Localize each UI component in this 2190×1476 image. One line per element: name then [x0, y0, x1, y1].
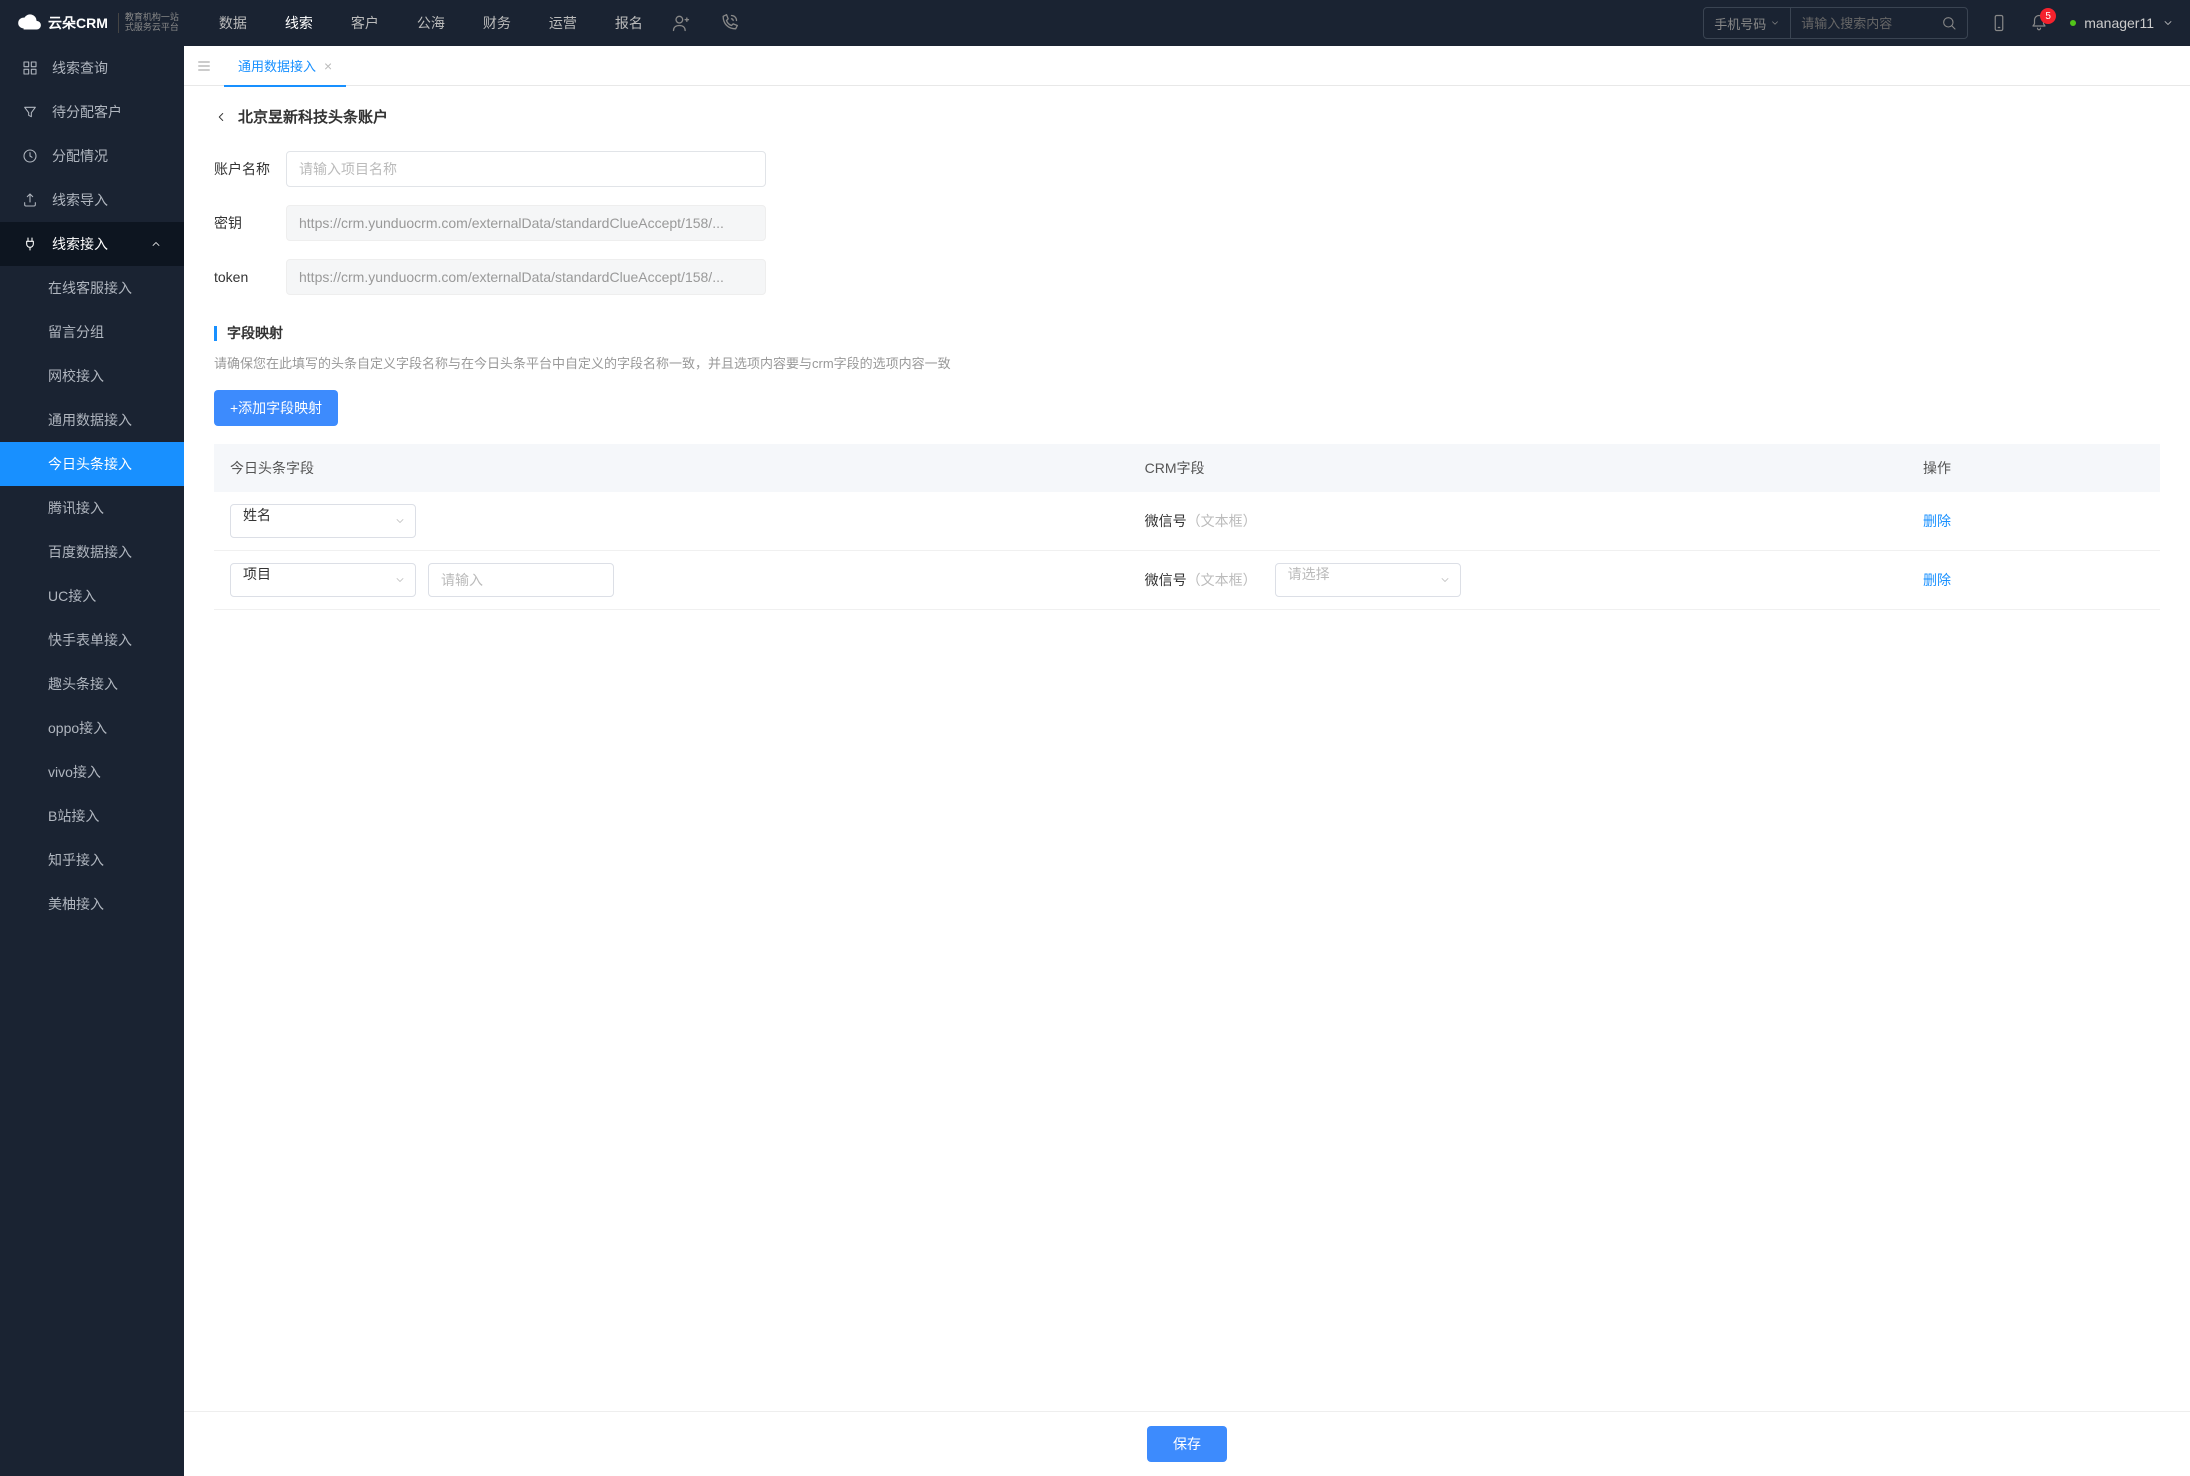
tabs-collapse-button[interactable]	[184, 58, 224, 74]
token-input[interactable]	[286, 259, 766, 295]
token-label: token	[214, 269, 286, 285]
menu-collapse-icon	[196, 58, 212, 74]
sidebar-sub-item-4[interactable]: 今日头条接入	[0, 442, 184, 486]
page-title: 北京昱新科技头条账户	[238, 106, 388, 127]
notification-badge: 5	[2040, 8, 2056, 24]
search-button[interactable]	[1931, 15, 1967, 31]
user-add-icon[interactable]	[671, 13, 691, 33]
search-input[interactable]	[1791, 16, 1931, 31]
search-type-select[interactable]: 手机号码	[1704, 8, 1791, 38]
breadcrumb-back[interactable]: 北京昱新科技头条账户	[214, 106, 2160, 127]
secret-label: 密钥	[214, 213, 286, 233]
sidebar-sub-item-6[interactable]: 百度数据接入	[0, 530, 184, 574]
nav-item-5[interactable]: 运营	[549, 13, 577, 33]
crm-field-label: 微信号	[1145, 513, 1187, 529]
table-header-crm: CRM字段	[1129, 444, 1907, 492]
sidebar-sub-item-11[interactable]: vivo接入	[0, 750, 184, 794]
filter-icon	[22, 104, 38, 120]
toutiao-field-select[interactable]: 姓名	[230, 504, 416, 538]
table-row: 项目微信号（文本框）请选择删除	[214, 551, 2160, 610]
sidebar-sub-item-2[interactable]: 网校接入	[0, 354, 184, 398]
nav-item-3[interactable]: 公海	[417, 13, 445, 33]
sidebar-sub-item-1[interactable]: 留言分组	[0, 310, 184, 354]
crm-field-label: 微信号	[1145, 572, 1187, 588]
sidebar-item-1[interactable]: 待分配客户	[0, 90, 184, 134]
chevron-down-icon	[2162, 17, 2174, 29]
table-row: 姓名微信号（文本框）删除	[214, 492, 2160, 551]
secret-input[interactable]	[286, 205, 766, 241]
nav-item-0[interactable]: 数据	[219, 13, 247, 33]
account-name-label: 账户名称	[214, 159, 286, 179]
search-box: 手机号码	[1703, 7, 1968, 39]
logo-subtitle: 教育机构一站 式服务云平台	[118, 13, 179, 33]
main-content: 通用数据接入× 北京昱新科技头条账户 账户名称 密钥 token	[184, 46, 2190, 1476]
sidebar-item-4[interactable]: 线索接入	[0, 222, 184, 266]
sidebar-sub-item-13[interactable]: 知乎接入	[0, 838, 184, 882]
chevron-left-icon	[214, 110, 228, 124]
sidebar-sub-item-9[interactable]: 趣头条接入	[0, 662, 184, 706]
crm-field-select[interactable]: 请选择	[1275, 563, 1461, 597]
plug-icon	[22, 236, 38, 252]
add-field-mapping-button[interactable]: +添加字段映射	[214, 390, 338, 426]
cloud-logo-icon	[16, 10, 42, 36]
save-button[interactable]: 保存	[1147, 1426, 1227, 1462]
section-hint: 请确保您在此填写的头条自定义字段名称与在今日头条平台中自定义的字段名称一致，并且…	[214, 353, 2160, 372]
nav-item-2[interactable]: 客户	[351, 13, 379, 33]
mobile-icon	[1990, 14, 2008, 32]
tab-close-icon[interactable]: ×	[324, 58, 332, 74]
nav-item-6[interactable]: 报名	[615, 13, 643, 33]
nav-item-4[interactable]: 财务	[483, 13, 511, 33]
search-icon	[1941, 15, 1957, 31]
tab-0[interactable]: 通用数据接入×	[224, 46, 346, 86]
nav-item-1[interactable]: 线索	[285, 13, 313, 33]
sidebar-sub-item-12[interactable]: B站接入	[0, 794, 184, 838]
field-mapping-table: 今日头条字段 CRM字段 操作 姓名微信号（文本框）删除项目微信号（文本框）请选…	[214, 444, 2160, 610]
sidebar-sub-item-5[interactable]: 腾讯接入	[0, 486, 184, 530]
username-label: manager11	[2084, 15, 2154, 31]
toutiao-field-select[interactable]: 项目	[230, 563, 416, 597]
table-header-toutiao: 今日头条字段	[214, 444, 1129, 492]
notification-button[interactable]: 5	[2030, 14, 2048, 32]
sidebar-item-0[interactable]: 线索查询	[0, 46, 184, 90]
section-title: 字段映射	[227, 323, 283, 343]
top-header: 云朵CRM 教育机构一站 式服务云平台 数据 线索 客户 公海 财务 运营 报名 手机号码	[0, 0, 2190, 46]
sidebar-sub-item-7[interactable]: UC接入	[0, 574, 184, 618]
sidebar-sub-item-8[interactable]: 快手表单接入	[0, 618, 184, 662]
nav-menu: 数据 线索 客户 公海 财务 运营 报名	[219, 13, 643, 33]
delete-row-link[interactable]: 删除	[1923, 513, 1951, 529]
sidebar: 线索查询待分配客户分配情况线索导入线索接入在线客服接入留言分组网校接入通用数据接…	[0, 46, 184, 1476]
tabs-bar: 通用数据接入×	[184, 46, 2190, 86]
chevron-down-icon	[1770, 18, 1780, 28]
footer-bar: 保存	[184, 1411, 2190, 1476]
logo-text: 云朵CRM	[48, 13, 108, 33]
status-dot-icon	[2070, 20, 2076, 26]
section-accent-bar	[214, 326, 217, 341]
mobile-icon-button[interactable]	[1990, 14, 2008, 32]
logo[interactable]: 云朵CRM 教育机构一站 式服务云平台	[16, 10, 179, 36]
account-name-input[interactable]	[286, 151, 766, 187]
table-header-action: 操作	[1907, 444, 2160, 492]
sidebar-sub-item-10[interactable]: oppo接入	[0, 706, 184, 750]
chevron-up-icon	[150, 238, 162, 250]
sidebar-item-3[interactable]: 线索导入	[0, 178, 184, 222]
toutiao-extra-input[interactable]	[428, 563, 614, 597]
clock-icon	[22, 148, 38, 164]
delete-row-link[interactable]: 删除	[1923, 572, 1951, 588]
user-menu[interactable]: manager11	[2070, 15, 2174, 31]
sidebar-sub-item-14[interactable]: 美柚接入	[0, 882, 184, 926]
sidebar-item-2[interactable]: 分配情况	[0, 134, 184, 178]
phone-call-icon[interactable]	[719, 13, 739, 33]
sidebar-sub-item-3[interactable]: 通用数据接入	[0, 398, 184, 442]
sidebar-sub-item-0[interactable]: 在线客服接入	[0, 266, 184, 310]
upload-icon	[22, 192, 38, 208]
grid-icon	[22, 60, 38, 76]
